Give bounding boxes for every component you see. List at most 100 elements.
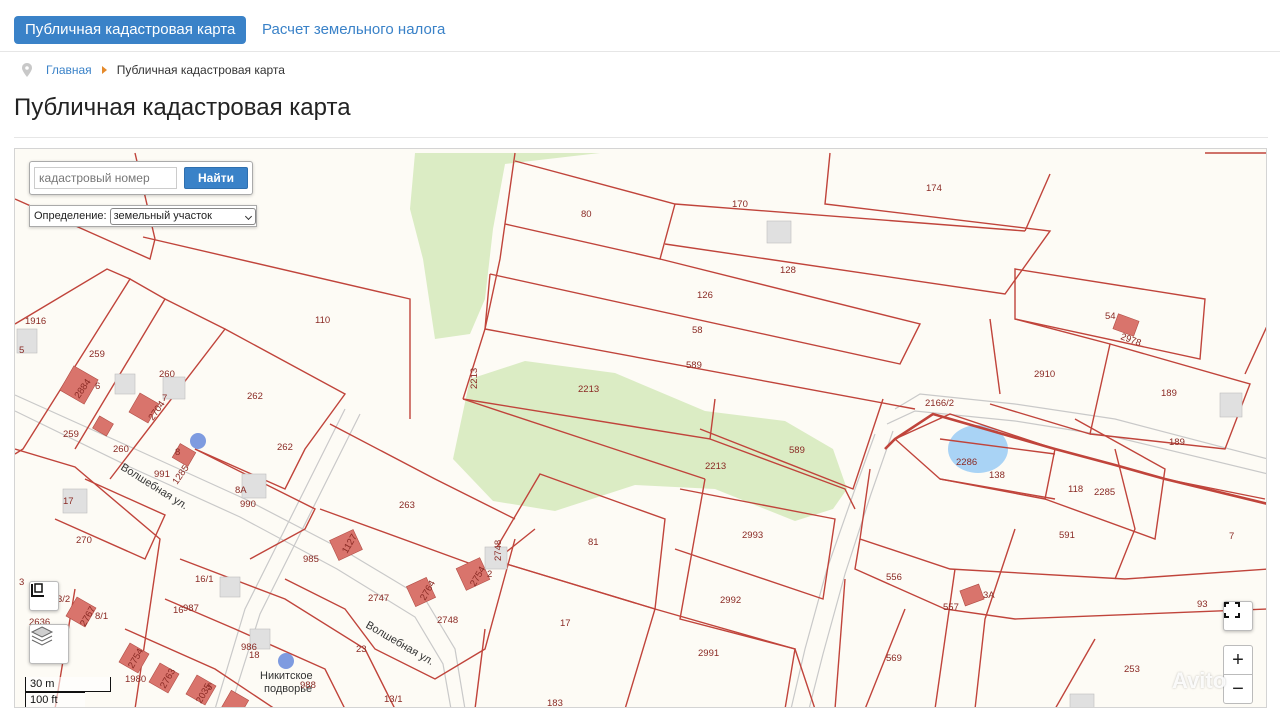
plot-label: 3А bbox=[983, 590, 995, 601]
plot-label: 2213 bbox=[578, 384, 599, 395]
breadcrumb: Главная Публичная кадастровая карта bbox=[22, 60, 285, 80]
top-navigation: Публичная кадастровая карта Расчет земел… bbox=[0, 0, 1280, 52]
plot-label: 189 bbox=[1161, 388, 1177, 399]
definition-select-value: земельный участок bbox=[113, 209, 212, 222]
breadcrumb-current: Публичная кадастровая карта bbox=[116, 63, 285, 77]
plot-label: 189 bbox=[1169, 437, 1185, 448]
avito-watermark: Avito bbox=[1172, 668, 1227, 693]
map-pin-icon bbox=[22, 63, 32, 77]
plot-label: 589 bbox=[789, 445, 805, 456]
breadcrumb-chevron-icon bbox=[101, 66, 107, 74]
plot-label: 81 bbox=[588, 537, 599, 548]
plot-label: 23 bbox=[356, 644, 367, 655]
cadastral-search-panel: Найти bbox=[29, 161, 253, 195]
definition-panel: Определение: земельный участок bbox=[29, 205, 257, 227]
plot-label: 126 bbox=[697, 290, 713, 301]
plot-label: 2213 bbox=[705, 461, 726, 472]
fullscreen-icon bbox=[1224, 602, 1240, 618]
plot-label: 93 bbox=[1197, 599, 1208, 610]
map-scale: 30 m 100 ft bbox=[25, 677, 111, 707]
plot-label: 259 bbox=[89, 349, 105, 360]
plot-label: 6 bbox=[95, 381, 100, 392]
plot-label: 253 bbox=[1124, 664, 1140, 675]
plot-label: 3 bbox=[19, 577, 24, 588]
plot-label: 17 bbox=[560, 618, 571, 629]
plot-label: 118 bbox=[1068, 484, 1083, 495]
plot-label: 183 bbox=[547, 698, 563, 708]
plot-label: 556 bbox=[886, 572, 902, 583]
plot-label: 260 bbox=[113, 444, 129, 455]
plot-label: 991 bbox=[154, 469, 170, 480]
ruler-icon bbox=[31, 583, 44, 597]
plot-label: 2978 bbox=[1119, 331, 1143, 349]
plot-label: 170 bbox=[732, 199, 748, 210]
plot-label: 2285 bbox=[1094, 487, 1115, 498]
plot-label: 2992 bbox=[720, 595, 741, 606]
cadastral-number-input[interactable] bbox=[34, 167, 177, 189]
plot-label: 987 bbox=[183, 603, 199, 614]
plot-label: 2747 bbox=[368, 593, 389, 604]
plot-label: 2748 bbox=[437, 615, 458, 626]
plot-label: 18 bbox=[249, 650, 260, 661]
map-canvas[interactable]: Никитское подворье Волшебная ул. Волшебн… bbox=[15, 149, 1267, 708]
plot-label: 80 bbox=[581, 209, 592, 220]
plot-label: 128 bbox=[780, 265, 796, 276]
poi-hotel-icon bbox=[278, 653, 294, 669]
green-area bbox=[410, 153, 600, 339]
plot-label: 16/1 bbox=[195, 574, 214, 585]
plot-label: 17 bbox=[63, 496, 74, 507]
scale-metric: 30 m bbox=[25, 677, 111, 692]
tab-cadastral-map[interactable]: Публичная кадастровая карта bbox=[14, 16, 247, 44]
plot-label: 54 bbox=[1105, 311, 1116, 322]
plot-label: 985 bbox=[303, 554, 319, 565]
plot-label: 569 bbox=[886, 653, 902, 664]
cadastral-map[interactable]: Никитское подворье Волшебная ул. Волшебн… bbox=[14, 148, 1267, 708]
zoom-in-button[interactable]: + bbox=[1223, 645, 1253, 675]
plot-label: 5 bbox=[19, 345, 24, 356]
plot-label: 589 bbox=[686, 360, 702, 371]
plot-label: 2748 bbox=[493, 540, 504, 561]
plot-label: 557 bbox=[943, 602, 959, 613]
divider bbox=[14, 137, 1268, 138]
definition-select[interactable]: земельный участок bbox=[109, 207, 256, 225]
plot-label: 1916 bbox=[25, 316, 46, 327]
plot-label: 259 bbox=[63, 429, 79, 440]
plot-label: 2166/2 bbox=[925, 398, 954, 409]
plot-label: 2 bbox=[487, 569, 492, 580]
plot-label: 2286 bbox=[956, 457, 977, 468]
plot-label: 262 bbox=[277, 442, 293, 453]
plot-label: 2993 bbox=[742, 530, 763, 541]
fullscreen-button[interactable] bbox=[1223, 601, 1253, 631]
plot-label: 270 bbox=[76, 535, 92, 546]
plot-label: 110 bbox=[315, 315, 330, 326]
plot-label: 2910 bbox=[1034, 369, 1055, 380]
plot-label: 2213 bbox=[469, 368, 480, 389]
plot-label: 8/1 bbox=[95, 611, 108, 622]
zoom-out-button[interactable]: − bbox=[1223, 674, 1253, 704]
find-button[interactable]: Найти bbox=[184, 167, 248, 189]
layers-button[interactable] bbox=[29, 624, 69, 664]
plot-label: 8А bbox=[235, 485, 247, 496]
plot-label: 990 bbox=[240, 499, 256, 510]
scale-imperial: 100 ft bbox=[25, 692, 85, 707]
plot-label: 591 bbox=[1059, 530, 1075, 541]
plot-label: 174 bbox=[926, 183, 942, 194]
measure-tool-button[interactable] bbox=[29, 581, 59, 611]
plot-label: 138 bbox=[989, 470, 1005, 481]
plot-label: 260 bbox=[159, 369, 175, 380]
plot-label: 58 bbox=[692, 325, 703, 336]
hotel-icon bbox=[190, 433, 206, 449]
plot-label: 262 bbox=[247, 391, 263, 402]
plot-label: 2991 bbox=[698, 648, 719, 659]
plot-label: 988 bbox=[300, 680, 316, 691]
tab-land-tax[interactable]: Расчет земельного налога bbox=[262, 16, 445, 44]
plot-label: 13/1 bbox=[384, 694, 403, 705]
plot-label: 16 bbox=[173, 605, 184, 616]
breadcrumb-home-link[interactable]: Главная bbox=[46, 63, 92, 77]
plot-label: 8 bbox=[175, 447, 180, 458]
layers-icon bbox=[30, 626, 54, 646]
page-title: Публичная кадастровая карта bbox=[14, 94, 351, 121]
plot-label: 263 bbox=[399, 500, 415, 511]
plot-label: 7 bbox=[1229, 531, 1234, 542]
plot-label: 1980 bbox=[125, 674, 146, 685]
